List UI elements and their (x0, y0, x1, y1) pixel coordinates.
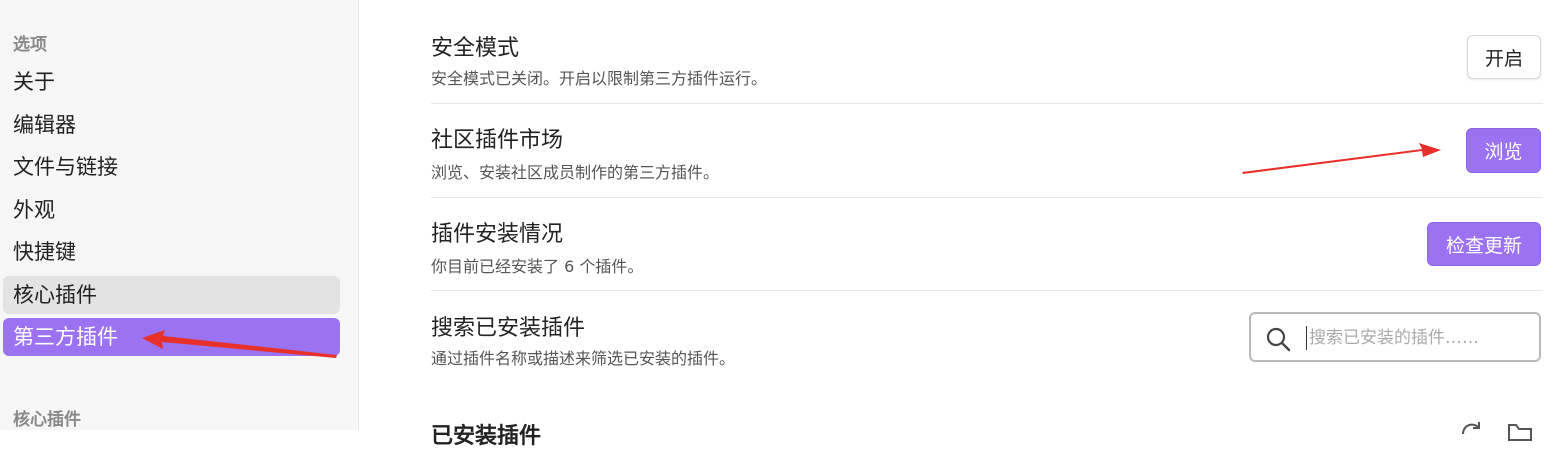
sidebar-section-options: 选项 (13, 35, 47, 55)
search-input[interactable] (1307, 322, 1531, 354)
installed-plugin-search-field[interactable] (1249, 312, 1541, 362)
setting-title: 社区插件市场 (431, 128, 564, 153)
setting-title: 安全模式 (431, 36, 520, 61)
setting-safe-mode: 安全模式 安全模式已关闭。开启以限制第三方插件运行。 开启 (431, 0, 1543, 104)
setting-installed-status: 插件安装情况 你目前已经安装了 6 个插件。 检查更新 (431, 198, 1543, 291)
sidebar-item-files-links[interactable]: 文件与链接 (3, 148, 340, 186)
setting-community-market: 社区插件市场 浏览、安装社区成员制作的第三方插件。 浏览 (431, 104, 1543, 198)
setting-title: 搜索已安装插件 (431, 316, 586, 341)
sidebar-item-hotkeys[interactable]: 快捷键 (3, 233, 340, 271)
setting-description: 浏览、安装社区成员制作的第三方插件。 (431, 163, 720, 182)
setting-title: 插件安装情况 (431, 222, 564, 247)
search-icon (1266, 327, 1291, 352)
folder-icon[interactable] (1507, 420, 1533, 442)
sidebar-item-editor[interactable]: 编辑器 (3, 106, 340, 144)
browse-button[interactable]: 浏览 (1466, 128, 1541, 173)
settings-content: 安全模式 安全模式已关闭。开启以限制第三方插件运行。 开启 社区插件市场 浏览、… (431, 0, 1543, 449)
sidebar-item-community-plugins[interactable]: 第三方插件 (3, 318, 340, 356)
installed-plugins-heading: 已安装插件 (431, 424, 542, 449)
safe-mode-toggle-button[interactable]: 开启 (1467, 35, 1541, 79)
settings-sidebar: 选项 关于 编辑器 文件与链接 外观 快捷键 核心插件 第三方插件 核心插件 (0, 0, 359, 430)
sidebar-item-about[interactable]: 关于 (3, 63, 340, 101)
sidebar-item-appearance[interactable]: 外观 (3, 191, 340, 229)
setting-description: 通过插件名称或描述来筛选已安装的插件。 (431, 349, 736, 368)
sidebar-section-core-plugins: 核心插件 (13, 410, 81, 430)
reload-icon[interactable] (1459, 420, 1483, 442)
setting-description: 安全模式已关闭。开启以限制第三方插件运行。 (431, 69, 768, 88)
check-updates-button[interactable]: 检查更新 (1427, 222, 1541, 266)
setting-description: 你目前已经安装了 6 个插件。 (431, 257, 644, 276)
sidebar-item-core-plugins[interactable]: 核心插件 (3, 276, 340, 314)
